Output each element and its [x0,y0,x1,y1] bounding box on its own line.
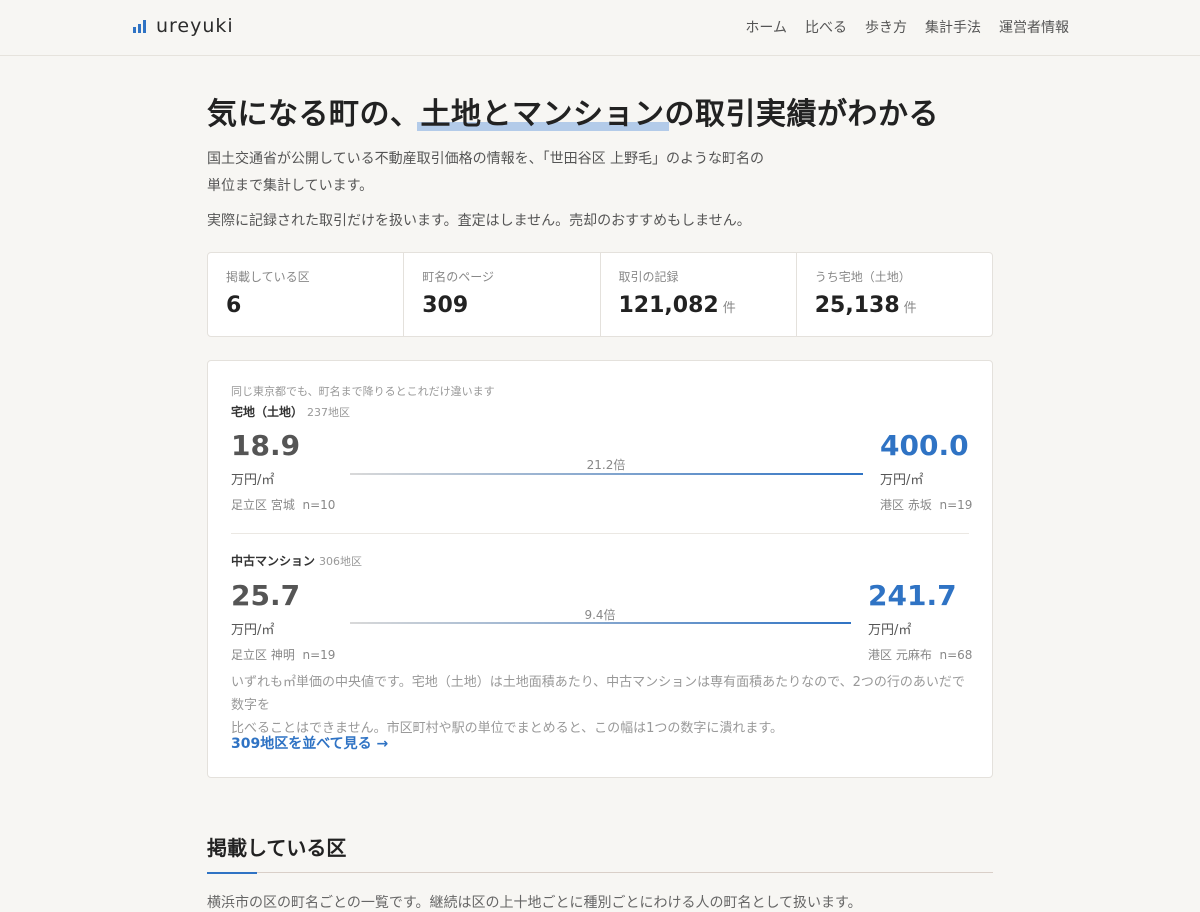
land-max-value: 400.0 [880,429,969,462]
sample-count: n=68 [939,648,973,662]
stat-records: 取引の記録 121,082 件 [601,253,797,336]
stat-value: 25,138 件 [815,293,974,318]
row-title-text: 中古マンション [231,554,316,568]
stat-label: 町名のページ [422,270,495,284]
stat-value: 309 [422,293,581,318]
row-count: 237地区 [307,406,351,419]
hero-title: 気になる町の、土地とマンションの取引実績がわかる [207,89,993,133]
row-title-land: 宅地（土地） 237地区 [231,403,350,420]
nav-home[interactable]: ホーム [745,17,787,37]
row-count: 306地区 [319,555,363,568]
stat-value: 121,082 件 [619,293,778,318]
nav-method[interactable]: 集計手法 [925,17,981,37]
stat-number: 6 [226,293,242,318]
land-max-unit: 万円/㎡ [880,473,924,488]
brand-name: ureyuki [156,15,234,37]
condo-ratio: 9.4倍 [584,608,616,622]
land-min-place: 足立区 宮城 n=10 [231,496,335,513]
section-title-wards: 掲載している区 [207,836,347,860]
stat-land-records: うち宅地（土地） 25,138 件 [797,253,992,336]
land-range-bar [350,473,863,475]
condo-min-unit: 万円/㎡ [231,623,275,638]
land-ratio: 21.2倍 [586,458,626,472]
row-divider [231,533,969,534]
view-all-districts-link[interactable]: 309地区を並べて見る → [231,733,388,753]
stat-label: うち宅地（土地） [814,270,911,284]
main-content: 気になる町の、土地とマンションの取引実績がわかる 国土交通省が公開している不動産… [207,56,993,911]
condo-max-unit: 万円/㎡ [868,623,912,638]
hero-disclaimer: 実際に記録された取引だけを扱います。査定はしません。売却のおすすめもしません。 [207,213,751,229]
condo-min-place: 足立区 神明 n=19 [231,646,335,663]
place-name: 足立区 宮城 [231,498,295,512]
section-body: 横浜市の区の町名ごとの一覧です。継続は区の上十地ごとに種別ごとにわける人の町名と… [207,895,862,911]
stat-label: 掲載している区 [226,270,310,284]
comparison-note: いずれも㎡単価の中央値です。宅地（土地）は土地面積あたり、中古マンションは専有面… [231,671,969,740]
stat-number: 25,138 [814,293,900,318]
nav-guide[interactable]: 歩き方 [865,17,907,37]
comparison-card: 同じ東京都でも、町名まで降りるとこれだけ違います 宅地（土地） 237地区 18.… [207,360,993,778]
sample-count: n=10 [302,498,336,512]
stat-towns: 町名のページ 309 [404,253,601,336]
condo-min-value: 25.7 [231,579,301,612]
condo-max-value: 241.7 [868,579,957,612]
stat-unit: 件 [722,301,736,316]
stats-panel: 掲載している区 6 町名のページ 309 取引の記録 121,082 件 うち宅地… [207,252,993,337]
land-min-unit: 万円/㎡ [231,473,275,488]
land-max-place: 港区 赤坂 n=19 [880,496,972,513]
place-name: 港区 元麻布 [868,648,932,662]
stat-number: 121,082 [618,293,719,318]
hero-title-highlight: 土地とマンション [421,97,665,132]
hero-title-highlight-text: 土地とマンション [420,97,665,132]
nav-compare[interactable]: 比べる [805,17,847,37]
note-line1: いずれも㎡単価の中央値です。宅地（土地）は土地面積あたり、中古マンションは専有面… [231,675,965,713]
hero-title-after: の取引実績がわかる [664,97,939,132]
section-rule [207,872,993,873]
stat-number: 309 [422,293,469,318]
hero-title-before: 気になる町の、 [207,97,421,132]
bar-chart-icon [133,19,146,33]
place-name: 港区 赤坂 [880,498,932,512]
condo-max-place: 港区 元麻布 n=68 [868,646,972,663]
land-min-value: 18.9 [231,429,301,462]
nav-about[interactable]: 運営者情報 [999,17,1069,37]
row-title-text: 宅地（土地） [231,405,304,419]
hero-lead-line2: 単位まで集計しています。 [207,178,374,194]
stat-wards: 掲載している区 6 [208,253,405,336]
stat-unit: 件 [903,301,917,316]
stat-label: 取引の記録 [618,270,679,284]
row-title-condo: 中古マンション 306地区 [231,552,362,569]
hero-lead: 国土交通省が公開している不動産取引価格の情報を、「世田谷区 上野毛」のような町名… [207,146,807,200]
brand-logo[interactable]: ureyuki [133,15,234,37]
place-name: 足立区 神明 [231,648,295,662]
sample-count: n=19 [302,648,336,662]
hero-lead-line1: 国土交通省が公開している不動産取引価格の情報を、「世田谷区 上野毛」のような町名… [207,151,765,167]
section-rule-accent [207,872,257,874]
site-header: ureyuki ホーム 比べる 歩き方 集計手法 運営者情報 [0,0,1200,56]
sample-count: n=19 [939,498,973,512]
comparison-caption: 同じ東京都でも、町名まで降りるとこれだけ違います [231,385,495,398]
stat-value: 6 [226,293,385,318]
main-nav: ホーム 比べる 歩き方 集計手法 運営者情報 [745,17,1069,37]
